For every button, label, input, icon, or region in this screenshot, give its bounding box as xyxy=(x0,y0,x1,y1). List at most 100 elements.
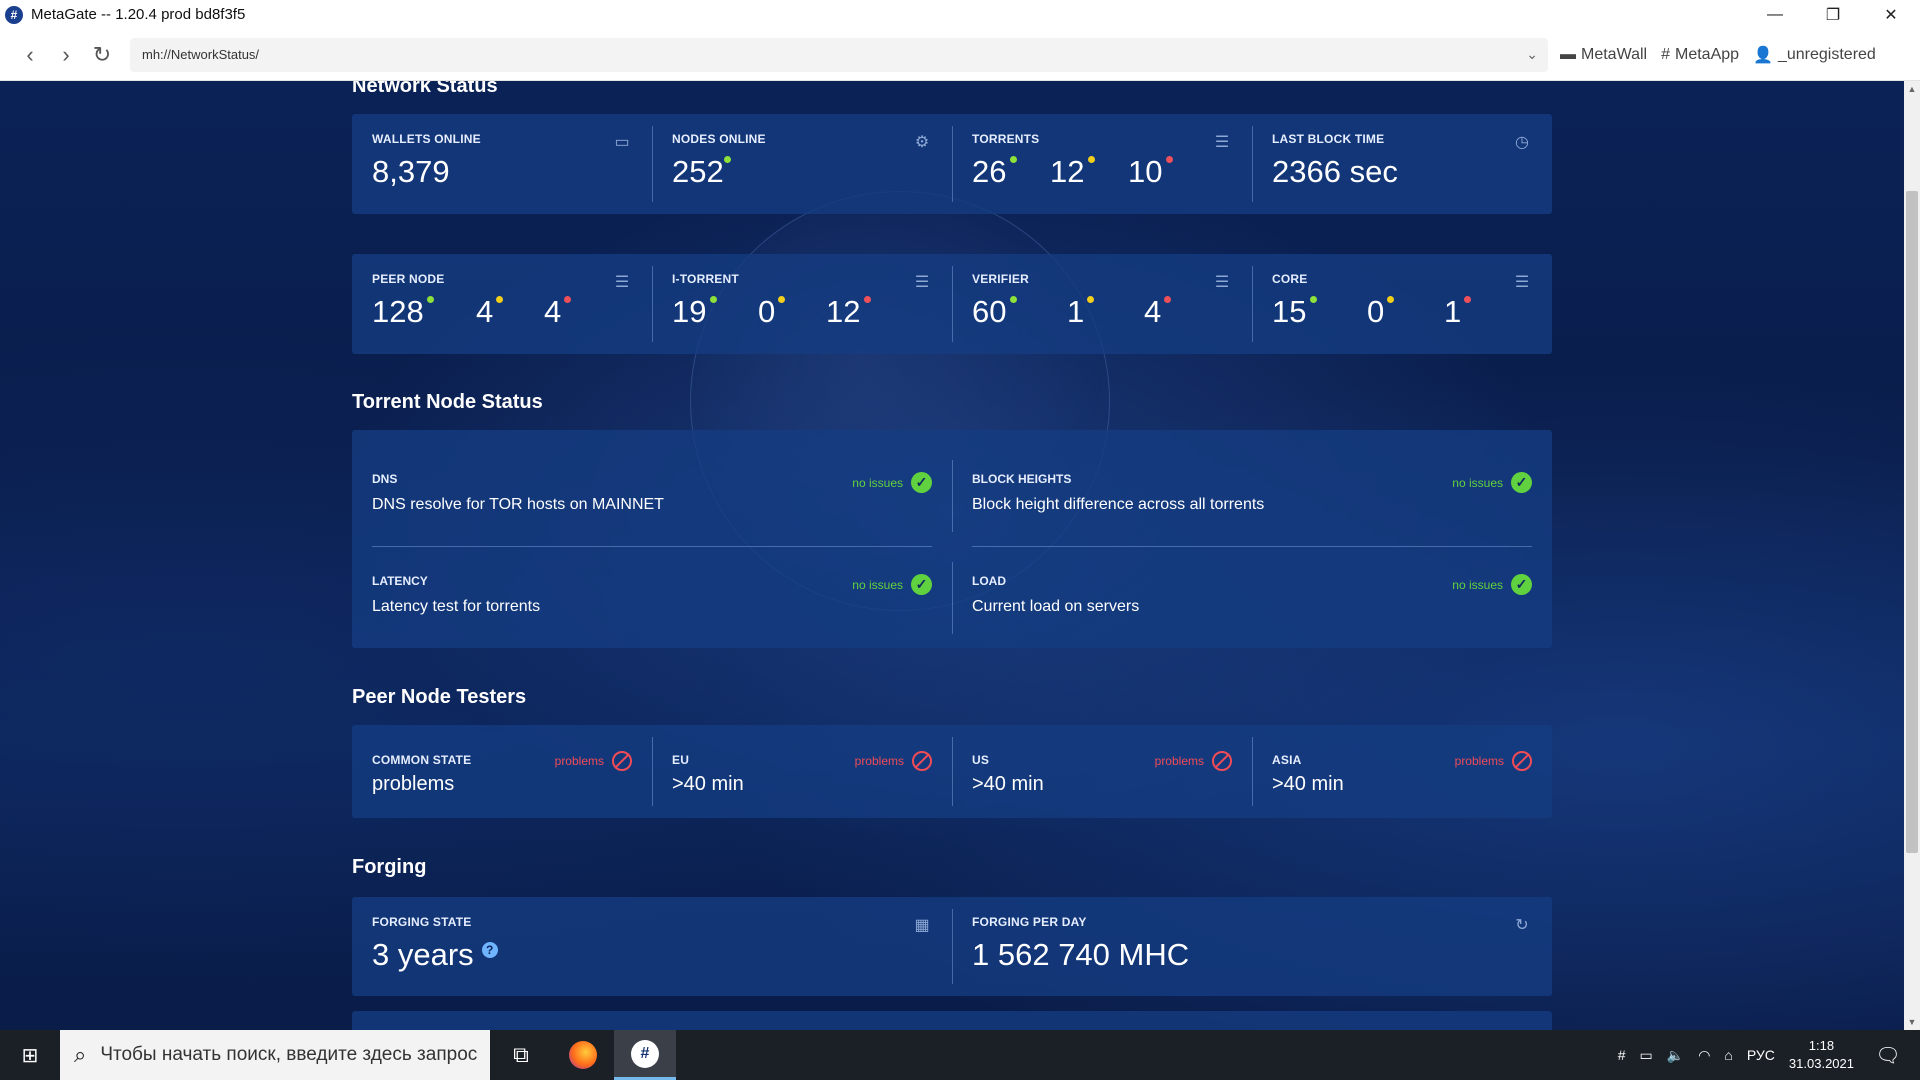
torrents-label: TORRENTS xyxy=(972,132,1040,146)
user-label: _unregistered xyxy=(1777,45,1876,63)
chevron-down-icon[interactable]: ⌄ xyxy=(1526,46,1538,63)
scroll-up-icon[interactable]: ▲ xyxy=(1904,81,1920,97)
nodes-online-value: 252 xyxy=(672,154,724,189)
status-text: problems xyxy=(1454,754,1504,768)
navigation-bar: ‹ › ↻ mh://NetworkStatus/ ⌄ ▬ MetaWall #… xyxy=(0,29,1920,81)
last-block-time-value: 2366 sec xyxy=(1272,154,1398,189)
window-title: MetaGate -- 1.20.4 prod bd8f3f5 xyxy=(31,6,246,23)
asia-value: >40 min xyxy=(1272,773,1344,795)
last-block-time-card: LAST BLOCK TIME 2366 sec ◷ xyxy=(1252,114,1552,214)
taskbar-search[interactable]: ⌕ Чтобы начать поиск, введите здесь запр… xyxy=(60,1030,490,1080)
forging-panel: FORGING STATE 3 years? ▦ FORGING PER DAY… xyxy=(352,897,1552,996)
metaapp-link[interactable]: # MetaApp xyxy=(1661,46,1739,64)
wallet-icon: ▬ xyxy=(1560,45,1576,63)
back-button[interactable]: ‹ xyxy=(12,37,48,73)
peer-node-label: PEER NODE xyxy=(372,272,445,286)
forging-per-day-label: FORGING PER DAY xyxy=(972,915,1087,929)
forging-state-value: 3 years xyxy=(372,937,474,972)
vertical-scrollbar[interactable]: ▲ ▼ xyxy=(1904,81,1920,1030)
metagate-taskbar-button[interactable]: # xyxy=(614,1030,676,1080)
ban-icon xyxy=(1512,751,1532,771)
task-view-icon[interactable]: ⧉ xyxy=(490,1030,552,1080)
ban-icon xyxy=(912,751,932,771)
core-card: CORE 15 0 1 ☰ xyxy=(1252,254,1552,354)
close-button[interactable]: ✕ xyxy=(1862,0,1920,29)
content-viewport[interactable]: Network Status WALLETS ONLINE 8,379 ▭ NO… xyxy=(0,81,1904,1030)
user-icon: 👤 xyxy=(1753,46,1773,64)
scroll-thumb[interactable] xyxy=(1906,191,1918,853)
address-input[interactable]: mh://NetworkStatus/ ⌄ xyxy=(130,37,1548,72)
divider xyxy=(372,546,932,547)
battery-icon[interactable]: ▭ xyxy=(1640,1047,1653,1064)
problem-status: problems xyxy=(855,751,932,771)
status-dot-green xyxy=(1010,156,1017,163)
block-heights-desc: Block height difference across all torre… xyxy=(972,496,1265,513)
help-icon[interactable]: ? xyxy=(481,941,498,958)
forward-button[interactable]: › xyxy=(48,37,84,73)
torrents-red-value: 10 xyxy=(1128,154,1163,189)
window-controls: — ❐ ✕ xyxy=(1746,0,1920,29)
server-icon: ☰ xyxy=(1214,274,1230,291)
nodes-online-label: NODES ONLINE xyxy=(672,132,766,146)
firefox-icon xyxy=(569,1041,597,1069)
i-torrent-red-value: 12 xyxy=(826,294,861,329)
dns-label: DNS xyxy=(372,472,398,486)
user-link[interactable]: 👤 _unregistered xyxy=(1753,45,1876,65)
language-indicator[interactable]: РУС xyxy=(1747,1047,1775,1063)
block-heights-label: BLOCK HEIGHTS xyxy=(972,472,1072,486)
metawall-link[interactable]: ▬ MetaWall xyxy=(1560,46,1647,64)
peer-node-green-value: 128 xyxy=(372,294,424,329)
clock[interactable]: 1:18 31.03.2021 xyxy=(1789,1037,1854,1073)
server-icon: ☰ xyxy=(614,274,630,291)
search-placeholder: Чтобы начать поиск, введите здесь запрос xyxy=(100,1044,478,1065)
peer-node-red-value: 4 xyxy=(544,294,562,329)
check-icon: ✓ xyxy=(1511,574,1532,595)
volume-icon[interactable]: 🔈 xyxy=(1667,1047,1684,1064)
wifi-icon[interactable]: ◠ xyxy=(1698,1047,1710,1064)
minimize-button[interactable]: — xyxy=(1746,0,1804,29)
common-state-card: COMMON STATE problems problems xyxy=(352,725,652,818)
firefox-taskbar-button[interactable] xyxy=(552,1030,614,1080)
metaapp-label: MetaApp xyxy=(1675,45,1740,63)
server-icon: ☰ xyxy=(1514,274,1530,291)
restore-button[interactable]: ❐ xyxy=(1804,0,1862,29)
dns-desc: DNS resolve for TOR hosts on MAINNET xyxy=(372,496,664,513)
nav-links: ▬ MetaWall # MetaApp 👤 _unregistered xyxy=(1560,45,1876,65)
torrents-values: 26 12 10 xyxy=(972,154,1232,190)
core-yellow-value: 0 xyxy=(1367,294,1385,329)
latency-check: LATENCY Latency test for torrents no iss… xyxy=(372,574,932,660)
next-panel xyxy=(352,1011,1552,1030)
status-text: no issues xyxy=(1452,577,1503,592)
status-dot-green xyxy=(427,296,434,303)
wallets-online-card: WALLETS ONLINE 8,379 ▭ xyxy=(352,114,652,214)
metagate-tray-icon[interactable]: # xyxy=(1618,1047,1626,1063)
problem-status: problems xyxy=(555,751,632,771)
peer-node-testers-panel: COMMON STATE problems problems EU >40 mi… xyxy=(352,725,1552,818)
network-status-title: Network Status xyxy=(352,81,498,97)
notification-icon[interactable]: 🗨 xyxy=(1868,1030,1908,1080)
divider xyxy=(952,460,953,532)
torrent-node-status-panel: DNS DNS resolve for TOR hosts on MAINNET… xyxy=(352,430,1552,648)
scroll-down-icon[interactable]: ▼ xyxy=(1904,1014,1920,1030)
reload-button[interactable]: ↻ xyxy=(84,37,120,73)
clock-date: 31.03.2021 xyxy=(1788,1056,1854,1071)
core-red-value: 1 xyxy=(1444,294,1462,329)
wallets-online-value: 8,379 xyxy=(372,154,450,189)
status-dot-green xyxy=(1010,296,1017,303)
us-card: US >40 min problems xyxy=(952,725,1252,818)
torrent-node-status-title: Torrent Node Status xyxy=(352,391,543,413)
eu-value: >40 min xyxy=(672,773,744,795)
dns-status: no issues ✓ xyxy=(852,472,932,493)
i-torrent-yellow-value: 0 xyxy=(758,294,776,329)
wallet-icon: ▭ xyxy=(614,134,630,151)
nodes-online-card: NODES ONLINE 252 ⚙ xyxy=(652,114,952,214)
windows-start-icon[interactable]: ⊞ xyxy=(0,1030,60,1080)
status-text: no issues xyxy=(852,475,903,490)
load-check: LOAD Current load on servers no issues ✓ xyxy=(972,574,1532,660)
network-status-bottom-panel: PEER NODE 128 4 4 ☰ I-TORRENT 19 0 12 ☰ … xyxy=(352,254,1552,354)
server-icon: ☰ xyxy=(914,274,930,291)
network-icon[interactable]: ⌂ xyxy=(1724,1047,1732,1063)
ban-icon xyxy=(1212,751,1232,771)
status-dot-red xyxy=(1166,156,1173,163)
status-dot-green xyxy=(710,296,717,303)
